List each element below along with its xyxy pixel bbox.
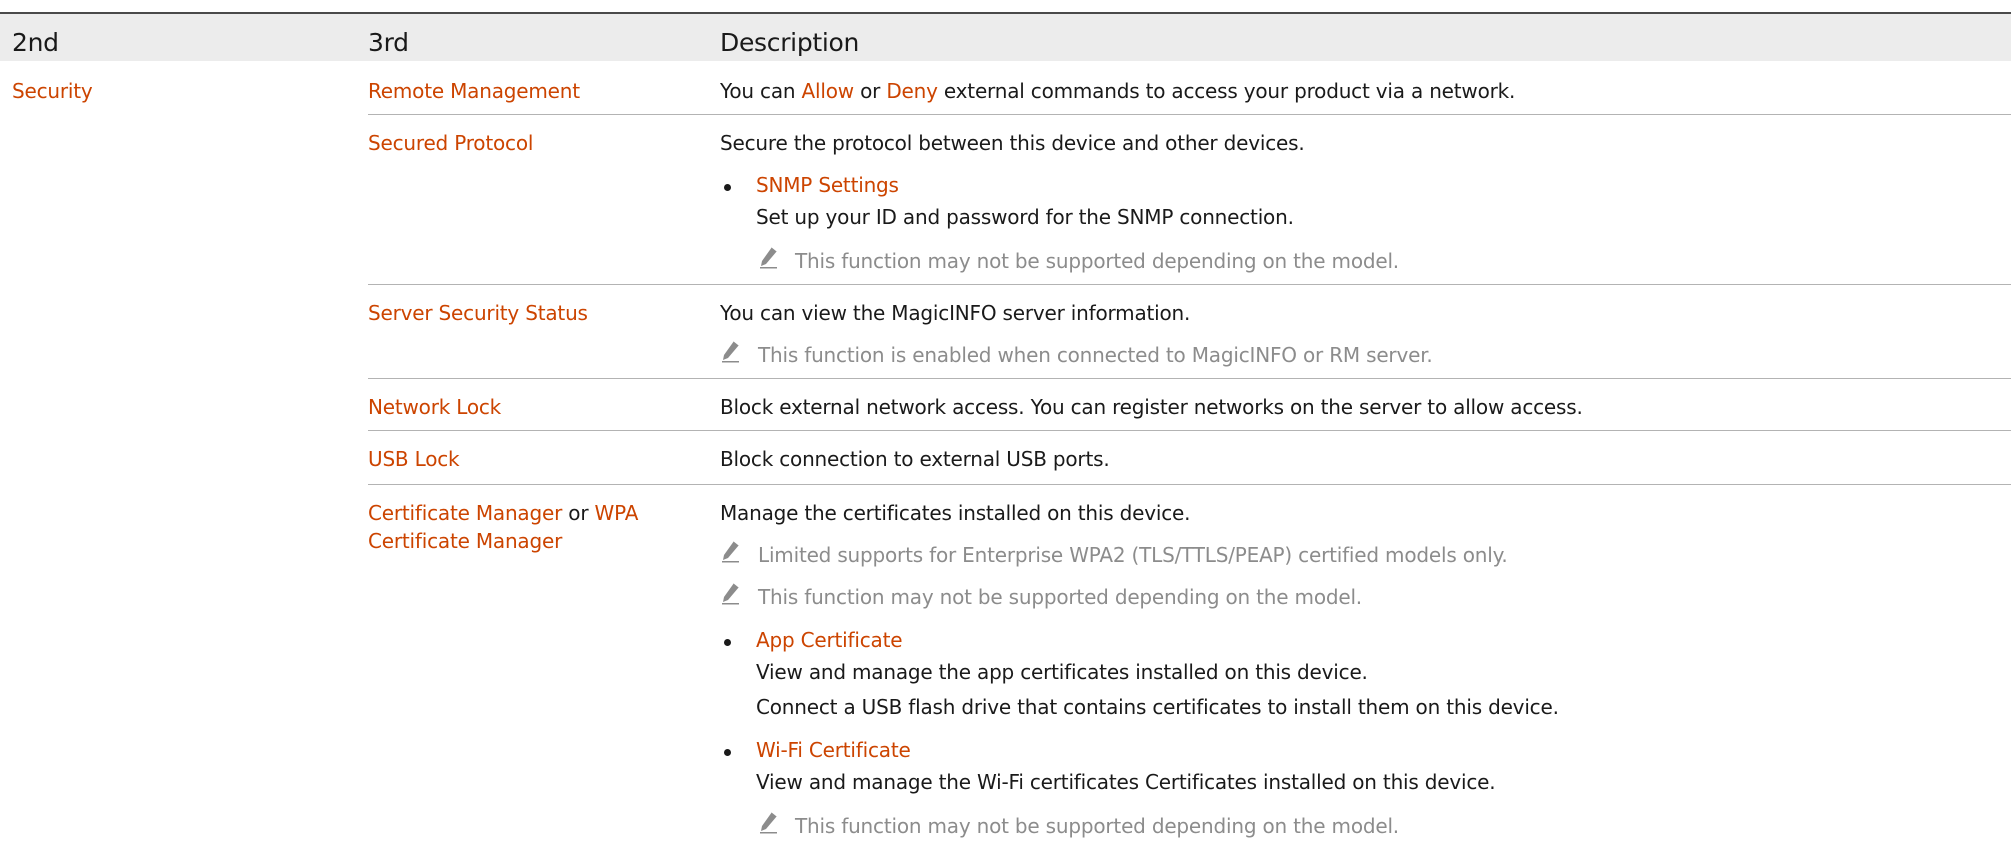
wpa-certificate-manager-link[interactable]: WPA xyxy=(595,501,639,525)
snmp-settings-desc: Set up your ID and password for the SNMP… xyxy=(756,205,1294,229)
row-secured-protocol-desc: Secure the protocol between this device … xyxy=(720,131,1305,155)
app-certificate-desc-2: Connect a USB flash drive that contains … xyxy=(756,695,1559,719)
certificate-manager-link[interactable]: Certificate Manager xyxy=(368,501,562,525)
pencil-note-icon xyxy=(720,539,742,563)
note-text: This function may not be supported depen… xyxy=(795,814,1399,838)
row-divider xyxy=(368,378,2011,379)
bullet-dot xyxy=(724,639,731,646)
row-usb-lock-label[interactable]: USB Lock xyxy=(368,446,460,472)
app-certificate-desc: View and manage the app certificates ins… xyxy=(756,660,1368,684)
pencil-note-icon xyxy=(758,245,780,269)
pencil-note-icon xyxy=(720,339,742,363)
header-3rd: 3rd xyxy=(368,28,409,57)
row-network-lock-label[interactable]: Network Lock xyxy=(368,394,501,420)
deny-link[interactable]: Deny xyxy=(886,79,938,103)
table-header: 2nd 3rd Description xyxy=(0,12,2011,61)
row-certificate-manager-label: Certificate Manager or WPA xyxy=(368,501,639,525)
section-security[interactable]: Security xyxy=(12,78,93,104)
row-server-security-label[interactable]: Server Security Status xyxy=(368,300,588,326)
note-text: This function may not be supported depen… xyxy=(795,249,1399,273)
row-network-lock-desc: Block external network access. You can r… xyxy=(720,395,1583,419)
row-certificate-manager-desc: Manage the certificates installed on thi… xyxy=(720,501,1191,525)
wifi-certificate-title[interactable]: Wi-Fi Certificate xyxy=(756,737,911,763)
settings-table: 2nd 3rd Description Security Remote Mana… xyxy=(0,0,2011,846)
pencil-note-icon xyxy=(720,581,742,605)
app-certificate-title[interactable]: App Certificate xyxy=(756,627,903,653)
row-server-security-desc: You can view the MagicINFO server inform… xyxy=(720,301,1191,325)
wifi-certificate-desc: View and manage the Wi-Fi certificates C… xyxy=(756,770,1496,794)
row-divider xyxy=(368,430,2011,431)
note-text: Limited supports for Enterprise WPA2 (TL… xyxy=(758,543,1508,567)
wpa-certificate-manager-link-cont[interactable]: Certificate Manager xyxy=(368,528,562,554)
pencil-note-icon xyxy=(758,810,780,834)
row-divider xyxy=(368,114,2011,115)
row-secured-protocol-label[interactable]: Secured Protocol xyxy=(368,130,533,156)
row-divider xyxy=(368,284,2011,285)
row-divider xyxy=(368,484,2011,485)
row-usb-lock-desc: Block connection to external USB ports. xyxy=(720,447,1110,471)
header-description: Description xyxy=(720,28,860,57)
row-remote-management-label[interactable]: Remote Management xyxy=(368,78,580,104)
row-remote-management-desc: You can Allow or Deny external commands … xyxy=(720,79,1516,103)
note-text: This function is enabled when connected … xyxy=(758,343,1433,367)
allow-link[interactable]: Allow xyxy=(802,79,855,103)
bullet-dot xyxy=(724,749,731,756)
note-text: This function may not be supported depen… xyxy=(758,585,1362,609)
header-2nd: 2nd xyxy=(12,28,59,57)
bullet-dot xyxy=(724,184,731,191)
snmp-settings-title[interactable]: SNMP Settings xyxy=(756,172,899,198)
